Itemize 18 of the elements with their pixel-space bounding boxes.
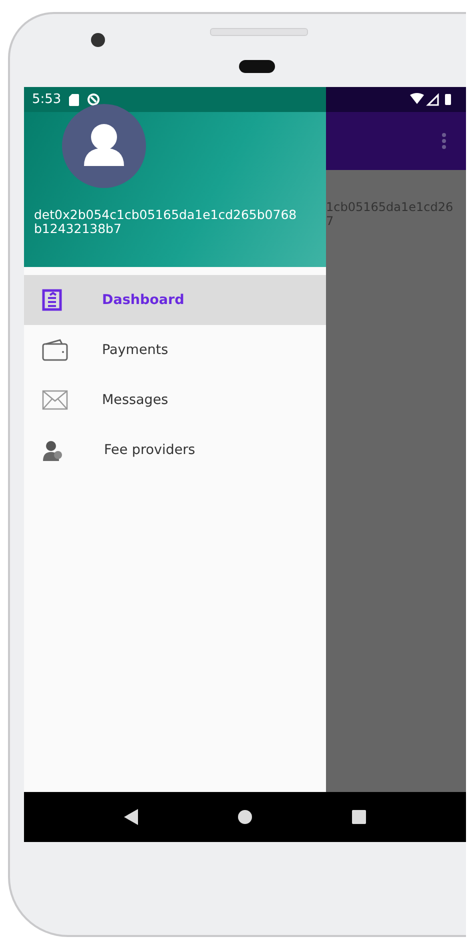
signal-icons (410, 93, 454, 106)
avatar-icon (62, 104, 146, 188)
camera-icon (91, 33, 105, 47)
sd-card-icon (69, 94, 80, 106)
status-time: 5:53 (32, 92, 62, 107)
person-coin-icon (42, 439, 64, 461)
back-icon[interactable] (124, 809, 138, 825)
wallet-icon (42, 339, 68, 361)
drawer-item[interactable]: Payments (24, 325, 326, 375)
home-icon[interactable] (238, 810, 252, 824)
drawer-item[interactable]: Messages (24, 375, 326, 425)
envelope-icon (42, 390, 68, 410)
overflow-menu-icon[interactable] (442, 133, 446, 149)
clipboard-list-icon (42, 289, 62, 311)
drawer-item[interactable]: Dashboard (24, 275, 326, 325)
sensor-icon (239, 60, 275, 73)
drawer-item[interactable]: Fee providers (24, 425, 326, 475)
account-address: det0x2b054c1cb05165da1e1cd265b0768b12432138b7 (34, 208, 298, 236)
